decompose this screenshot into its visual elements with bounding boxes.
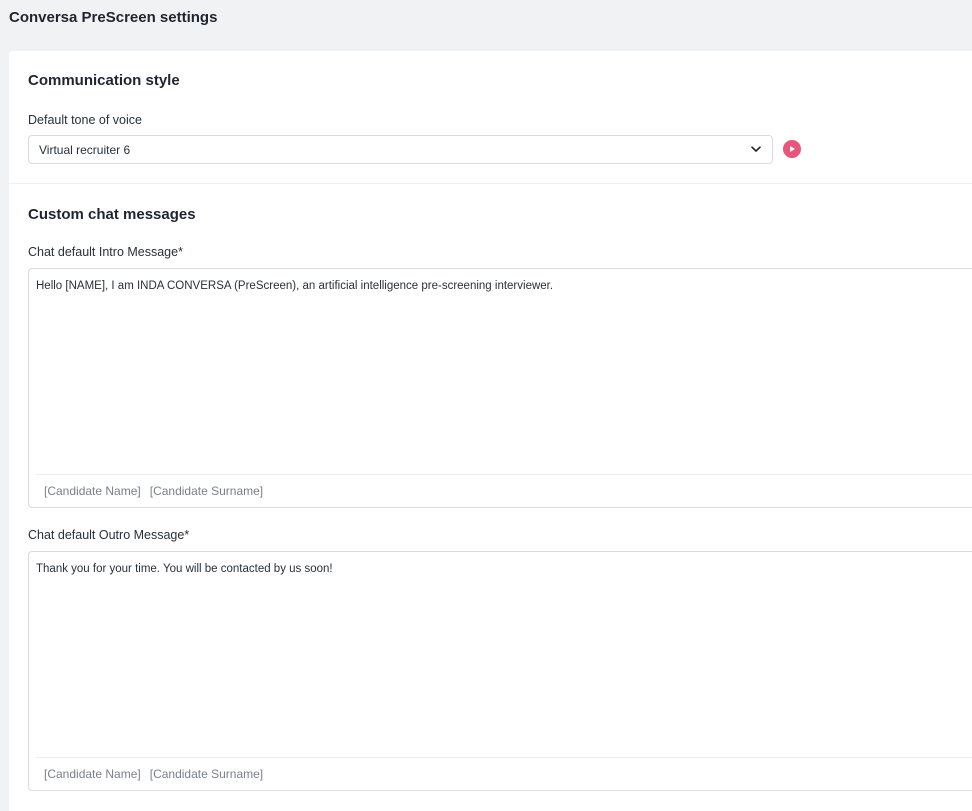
play-icon	[790, 146, 795, 152]
communication-style-heading: Communication style	[28, 72, 180, 89]
tone-of-voice-select[interactable]: Virtual recruiter 6	[28, 135, 773, 164]
settings-card: Communication style Default tone of voic…	[9, 51, 972, 811]
tag-candidate-surname[interactable]: [Candidate Surname]	[150, 767, 263, 781]
section-divider	[9, 183, 972, 184]
tag-candidate-name[interactable]: [Candidate Name]	[44, 484, 141, 498]
intro-placeholder-tags: [Candidate Name] [Candidate Surname]	[36, 474, 972, 507]
chevron-down-icon	[750, 144, 762, 156]
outro-message-label: Chat default Outro Message*	[28, 528, 190, 542]
intro-message-editor[interactable]: Hello [NAME], I am INDA CONVERSA (PreScr…	[28, 268, 972, 508]
intro-message-text[interactable]: Hello [NAME], I am INDA CONVERSA (PreScr…	[36, 279, 972, 294]
tag-candidate-surname[interactable]: [Candidate Surname]	[150, 484, 263, 498]
page-title: Conversa PreScreen settings	[9, 9, 218, 26]
custom-chat-messages-heading: Custom chat messages	[28, 206, 196, 223]
tag-candidate-name[interactable]: [Candidate Name]	[44, 767, 141, 781]
outro-placeholder-tags: [Candidate Name] [Candidate Surname]	[36, 757, 972, 790]
outro-message-editor[interactable]: Thank you for your time. You will be con…	[28, 551, 972, 791]
outro-message-text[interactable]: Thank you for your time. You will be con…	[36, 562, 972, 577]
intro-message-label: Chat default Intro Message*	[28, 245, 183, 259]
tone-of-voice-value: Virtual recruiter 6	[39, 142, 131, 157]
preview-voice-button[interactable]	[783, 140, 801, 158]
tone-of-voice-label: Default tone of voice	[28, 113, 142, 127]
